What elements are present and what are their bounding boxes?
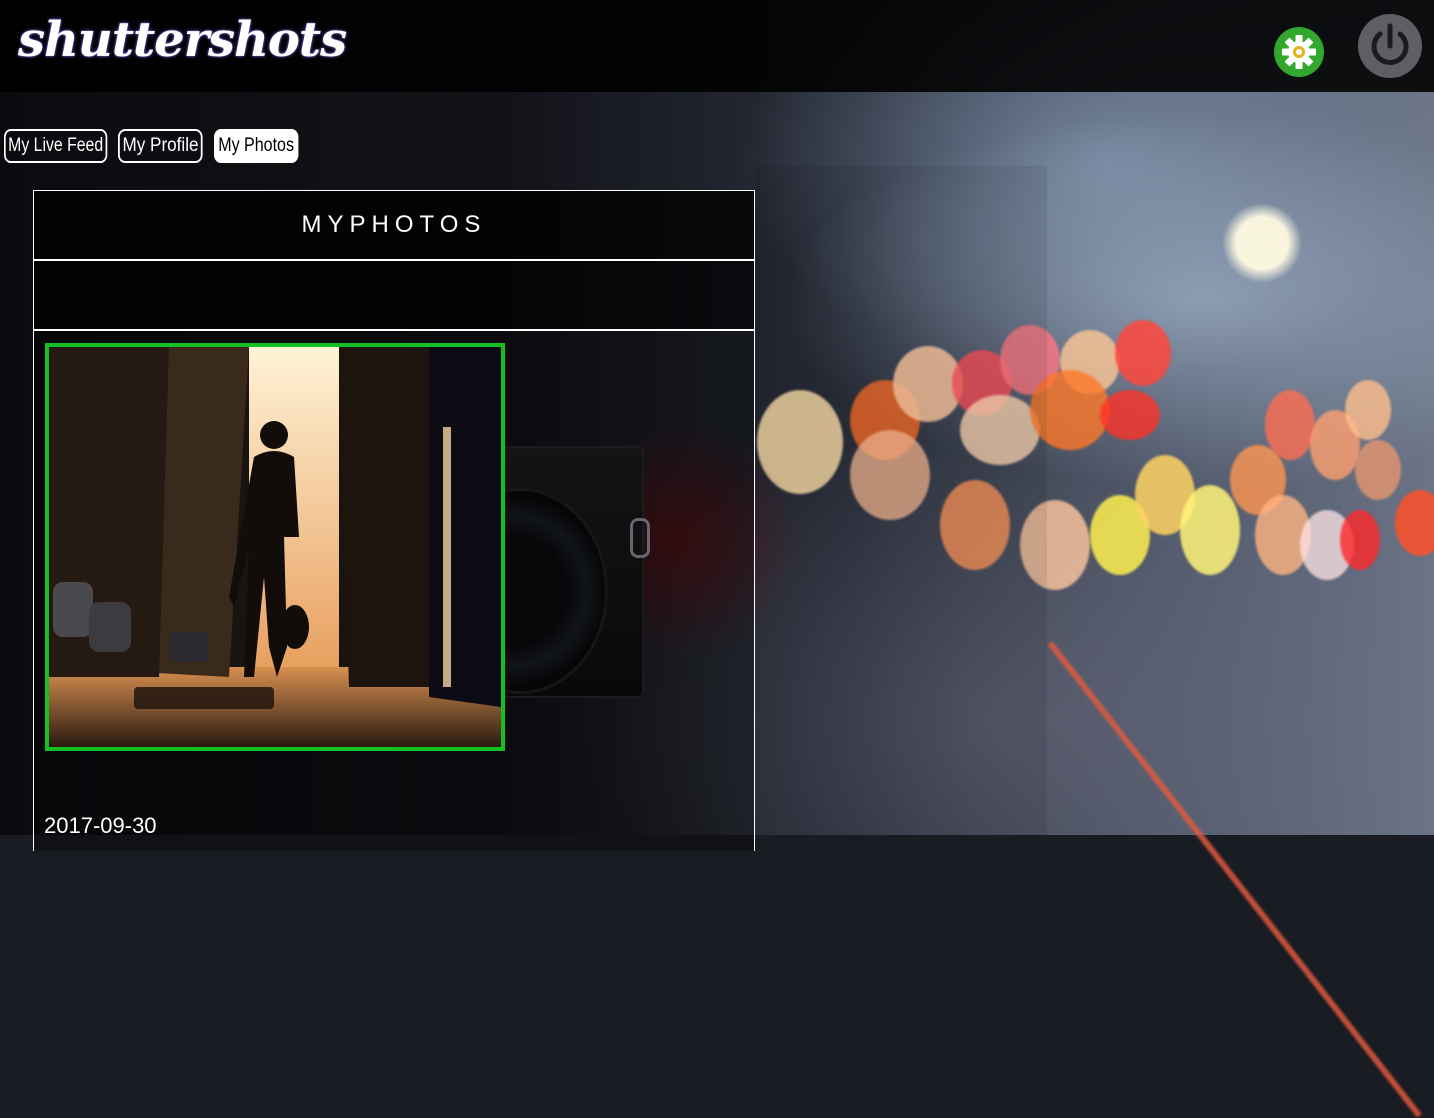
app-logo[interactable]: shuttershots: [18, 12, 347, 68]
tab-my-live-feed[interactable]: My Live Feed: [4, 129, 108, 163]
settings-button[interactable]: [1274, 27, 1324, 77]
panel-title: MYPHOTOS: [34, 191, 754, 261]
overlay-panel: [755, 166, 1047, 835]
gear-icon: [1282, 35, 1316, 69]
top-bar: shuttershots: [0, 0, 1434, 92]
photo-thumbnail[interactable]: [45, 343, 505, 751]
photos-panel: MYPHOTOS 2017-09-30: [33, 190, 755, 851]
tab-my-photos[interactable]: My Photos: [214, 129, 299, 163]
tab-my-profile[interactable]: My Profile: [118, 129, 204, 163]
power-icon: [1371, 23, 1409, 65]
panel-toolbar: [34, 261, 754, 331]
photo-image: [49, 347, 501, 747]
photo-date: 2017-09-30: [44, 813, 157, 838]
logout-button[interactable]: [1358, 14, 1422, 78]
